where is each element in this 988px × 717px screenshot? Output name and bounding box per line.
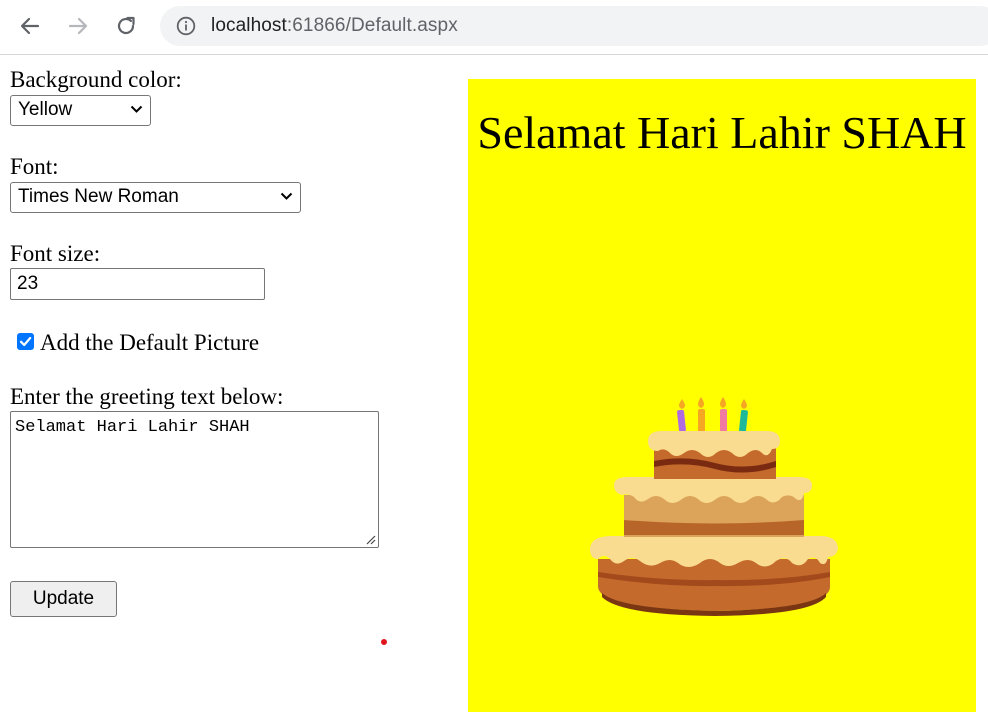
background-color-select[interactable]: Yellow	[10, 95, 151, 126]
greeting-value: Selamat Hari Lahir SHAH	[15, 418, 250, 437]
background-color-value: Yellow	[18, 99, 73, 120]
reload-icon	[117, 16, 135, 35]
reload-button[interactable]	[110, 10, 142, 42]
mouse-pointer-dot	[381, 639, 387, 645]
greeting-card: Selamat Hari Lahir SHAH	[468, 79, 976, 712]
font-value: Times New Roman	[18, 186, 179, 207]
font-select[interactable]: Times New Roman	[10, 182, 301, 213]
default-picture-checkbox[interactable]	[17, 333, 34, 350]
update-button[interactable]: Update	[10, 581, 117, 617]
back-arrow-icon	[20, 17, 40, 35]
back-button[interactable]	[14, 10, 46, 42]
greeting-textarea[interactable]: Selamat Hari Lahir SHAH	[10, 411, 379, 548]
address-bar[interactable]: localhost:61866/Default.aspx	[160, 6, 988, 46]
background-color-label: Background color:	[10, 67, 182, 92]
greeting-label: Enter the greeting text below:	[10, 384, 284, 409]
checkmark-icon	[19, 336, 32, 347]
forward-button[interactable]	[62, 10, 94, 42]
forward-arrow-icon	[68, 17, 88, 35]
font-size-label: Font size:	[10, 241, 101, 266]
greeting-card-text: Selamat Hari Lahir SHAH	[477, 107, 967, 158]
font-size-value: 23	[17, 273, 39, 294]
url-text: localhost:61866/Default.aspx	[211, 15, 458, 37]
chevron-down-icon	[130, 105, 143, 113]
font-label: Font:	[10, 154, 59, 179]
default-picture-label[interactable]: Add the Default Picture	[40, 330, 259, 356]
url-path: :61866/Default.aspx	[286, 15, 458, 36]
candles	[677, 397, 748, 433]
info-icon[interactable]	[176, 16, 196, 36]
url-host: localhost	[211, 15, 287, 36]
resize-grip-icon[interactable]	[365, 534, 376, 545]
browser-toolbar: localhost:61866/Default.aspx	[0, 0, 988, 55]
birthday-cake-icon	[590, 397, 838, 616]
chevron-down-icon	[280, 192, 293, 200]
font-size-input[interactable]: 23	[10, 268, 265, 300]
